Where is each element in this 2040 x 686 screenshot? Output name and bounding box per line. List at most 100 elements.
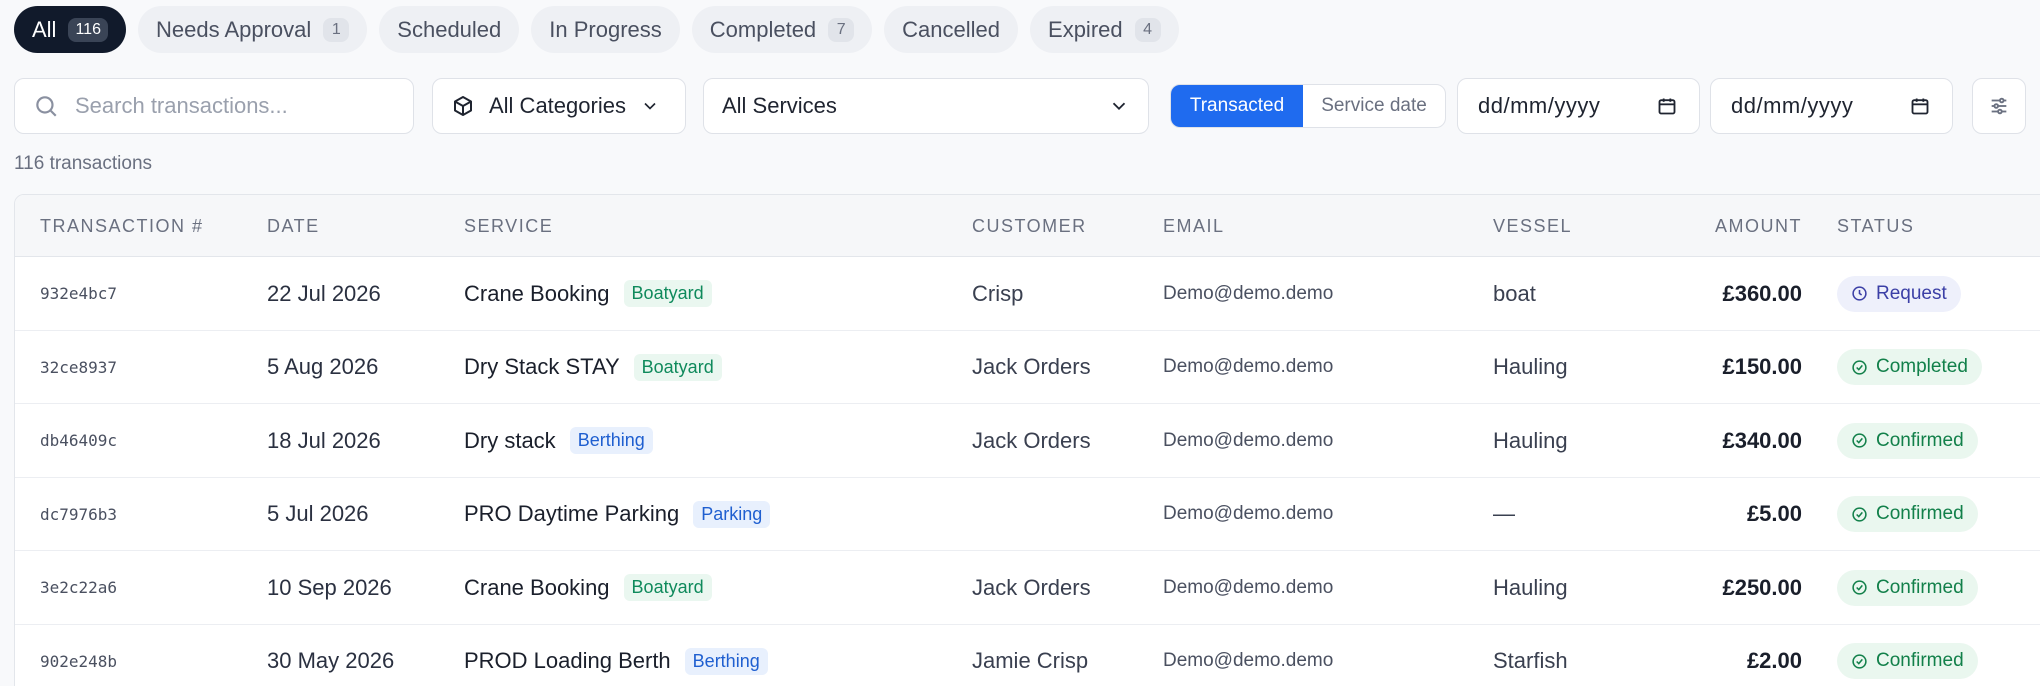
transactions-count: 116 transactions — [14, 153, 153, 174]
transaction-amount: £340.00 — [1722, 427, 1802, 453]
col-transaction[interactable]: TRANSACTION # — [40, 195, 204, 257]
transaction-id: 902e248b — [40, 651, 118, 671]
col-email[interactable]: EMAIL — [1163, 195, 1225, 257]
transaction-amount: £2.00 — [1746, 648, 1802, 673]
table-row[interactable]: 932e4bc7 22 Jul 2026 Crane Booking Boatyard… — [15, 257, 2040, 331]
chevron-down-icon — [644, 102, 656, 110]
calendar-icon[interactable] — [1657, 96, 1677, 116]
vessel-name: Hauling — [1493, 427, 1568, 453]
tab-completed[interactable]: Completed 7 — [691, 6, 873, 53]
sliders-icon — [1991, 97, 2007, 115]
transactions-table: TRANSACTION # DATE SERVICE CUSTOMER EMAI… — [14, 194, 2040, 686]
transaction-id: dc7976b3 — [40, 504, 118, 524]
transaction-date: 18 Jul 2026 — [267, 427, 381, 453]
service-cell: Crane Booking Boatyard — [464, 257, 712, 330]
tab-label: Cancelled — [902, 16, 1001, 42]
check-circle-icon — [1852, 653, 1867, 669]
clock-icon — [1852, 286, 1867, 301]
calendar-icon[interactable] — [1910, 96, 1930, 116]
table-row[interactable]: 32ce8937 5 Aug 2026 Dry Stack STAY Boatyard… — [15, 331, 2040, 404]
tab-label: Expired — [1048, 16, 1123, 42]
tab-label: Scheduled — [397, 16, 502, 42]
transaction-id: 3e2c22a6 — [40, 578, 118, 597]
transaction-date: 22 Jul 2026 — [267, 280, 381, 306]
status-cell: Confirmed — [1837, 478, 1978, 551]
date-from-input[interactable]: dd/mm/yyyy — [1457, 78, 1700, 134]
customer-name: Jamie Crisp — [972, 648, 1089, 673]
check-circle-icon — [1852, 433, 1867, 448]
table-body: 932e4bc7 22 Jul 2026 Crane Booking Boatyard… — [15, 257, 2040, 686]
col-status[interactable]: STATUS — [1837, 195, 1914, 257]
status-cell: Completed — [1837, 331, 1982, 404]
col-amount[interactable]: AMOUNT — [1705, 195, 1802, 257]
filter-settings-button[interactable] — [1972, 78, 2026, 134]
transaction-amount: £150.00 — [1722, 354, 1802, 379]
service-name: Dry Stack STAY — [464, 354, 620, 379]
status-label: Confirmed — [1876, 503, 1964, 524]
tab-in-progress[interactable]: In Progress — [531, 6, 680, 53]
category-tag: Parking — [693, 500, 771, 528]
tab-label: Completed — [709, 16, 817, 42]
transaction-id: db46409c — [40, 431, 118, 450]
service-value: All Services — [722, 93, 837, 118]
tab-label: In Progress — [549, 16, 662, 42]
date-from-value: dd/mm/yyyy — [1478, 93, 1601, 118]
tab-scheduled[interactable]: Scheduled — [379, 6, 520, 53]
transaction-date: 10 Sep 2026 — [267, 574, 392, 600]
status-label: Confirmed — [1876, 429, 1964, 451]
category-tag: Boatyard — [623, 280, 712, 307]
search-icon — [36, 96, 57, 117]
service-select[interactable]: All Services — [703, 78, 1149, 134]
tab-count-badge: 1 — [323, 17, 350, 42]
category-tag: Boatyard — [633, 353, 722, 381]
col-service[interactable]: SERVICE — [464, 195, 553, 257]
customer-email: Demo@demo.demo — [1163, 282, 1334, 304]
status-badge: Confirmed — [1837, 643, 1978, 679]
service-cell: Crane Booking Boatyard — [464, 551, 712, 624]
transaction-amount: £5.00 — [1746, 501, 1802, 526]
table-row[interactable]: dc7976b3 5 Jul 2026 PRO Daytime Parking Par… — [15, 478, 2040, 551]
tab-all[interactable]: All 116 — [14, 6, 126, 53]
date-to-value: dd/mm/yyyy — [1731, 93, 1854, 118]
status-label: Confirmed — [1876, 650, 1964, 671]
tab-cancelled[interactable]: Cancelled — [884, 6, 1019, 53]
status-badge: Confirmed — [1837, 569, 1978, 606]
table-row[interactable]: db46409c 18 Jul 2026 Dry stack Berthing Jack… — [15, 404, 2040, 478]
col-date[interactable]: DATE — [267, 195, 320, 257]
customer-name: Crisp — [972, 280, 1024, 306]
vessel-name: — — [1493, 501, 1515, 526]
col-customer[interactable]: CUSTOMER — [972, 195, 1087, 257]
service-name: Dry stack — [464, 427, 556, 453]
service-name: PRO Daytime Parking — [464, 501, 680, 526]
category-value: All Categories — [489, 93, 626, 118]
transaction-date: 30 May 2026 — [267, 648, 395, 673]
status-badge: Confirmed — [1837, 422, 1978, 459]
service-cell: PROD Loading Berth Berthing — [464, 625, 768, 686]
customer-email: Demo@demo.demo — [1163, 429, 1334, 451]
search-box[interactable] — [14, 78, 414, 134]
table-row[interactable]: 3e2c22a6 10 Sep 2026 Crane Booking Boatyard… — [15, 551, 2040, 625]
check-circle-icon — [1852, 580, 1867, 595]
date-mode-toggle: Transacted Service date — [1170, 84, 1446, 128]
tab-expired[interactable]: Expired 4 — [1030, 6, 1179, 53]
category-select[interactable]: All Categories — [432, 78, 686, 134]
tab-count-badge: 4 — [1134, 17, 1161, 42]
date-mode-service-date[interactable]: Service date — [1303, 85, 1445, 127]
service-name: Crane Booking — [464, 574, 610, 600]
filter-bar: All Categories All Services Transacted S… — [14, 78, 2040, 134]
search-input[interactable] — [75, 93, 395, 119]
category-tag: Berthing — [684, 647, 768, 675]
date-mode-transacted[interactable]: Transacted — [1171, 85, 1303, 127]
transaction-date: 5 Aug 2026 — [267, 354, 379, 379]
col-vessel[interactable]: VESSEL — [1493, 195, 1572, 257]
customer-email: Demo@demo.demo — [1163, 576, 1334, 598]
table-header: TRANSACTION # DATE SERVICE CUSTOMER EMAI… — [15, 195, 2040, 257]
table-row[interactable]: 902e248b 30 May 2026 PROD Loading Berth Ber… — [15, 625, 2040, 686]
tab-needs-approval[interactable]: Needs Approval 1 — [137, 6, 368, 53]
date-to-input[interactable]: dd/mm/yyyy — [1710, 78, 1953, 134]
customer-email: Demo@demo.demo — [1163, 503, 1334, 524]
transaction-id: 932e4bc7 — [40, 284, 118, 303]
status-label: Request — [1876, 282, 1947, 304]
status-badge: Completed — [1837, 349, 1982, 385]
service-name: Crane Booking — [464, 280, 610, 306]
